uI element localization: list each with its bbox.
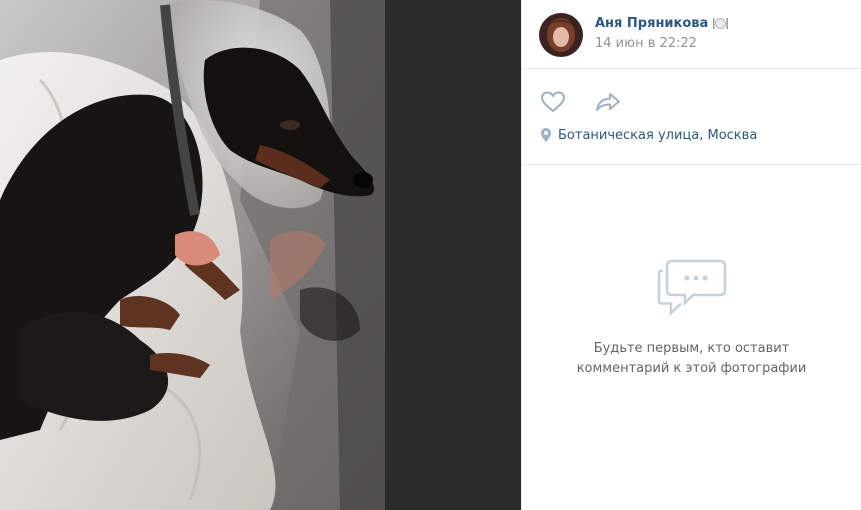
author-name-text[interactable]: Аня Пряникова: [595, 16, 708, 31]
author-block: Аня Пряникова 14 июн в 22:22: [522, 0, 861, 69]
photo-image: [0, 0, 385, 510]
empty-comments-text: Будьте первым, кто оставит комментарий к…: [522, 339, 861, 379]
empty-comments-line1: Будьте первым, кто оставит: [593, 341, 790, 356]
location[interactable]: Ботаническая улица, Москва: [539, 127, 861, 143]
author-name[interactable]: Аня Пряникова: [595, 16, 729, 31]
empty-comments-line2: комментарий к этой фотографии: [576, 361, 807, 376]
photo-area: [0, 0, 521, 510]
post-date[interactable]: 14 июн в 22:22: [595, 36, 728, 51]
actions-block: Ботаническая улица, Москва: [522, 69, 861, 165]
avatar[interactable]: [539, 13, 583, 57]
share-arrow-icon: [596, 93, 620, 111]
heart-icon: [541, 91, 565, 112]
like-button[interactable]: [539, 89, 567, 115]
comments-empty-state: Будьте первым, кто оставит комментарий к…: [522, 255, 861, 379]
info-panel: Аня Пряникова 14 июн в 22:22 Ботаническа…: [521, 0, 861, 510]
plate-cutlery-icon: [713, 17, 729, 30]
location-text[interactable]: Ботаническая улица, Москва: [558, 128, 757, 143]
location-pin-icon: [541, 128, 551, 142]
comments-bubble-icon: [657, 259, 726, 316]
photo[interactable]: [0, 0, 385, 510]
photo-viewer: Аня Пряникова 14 июн в 22:22 Ботаническа…: [0, 0, 861, 510]
share-button[interactable]: [594, 89, 622, 115]
